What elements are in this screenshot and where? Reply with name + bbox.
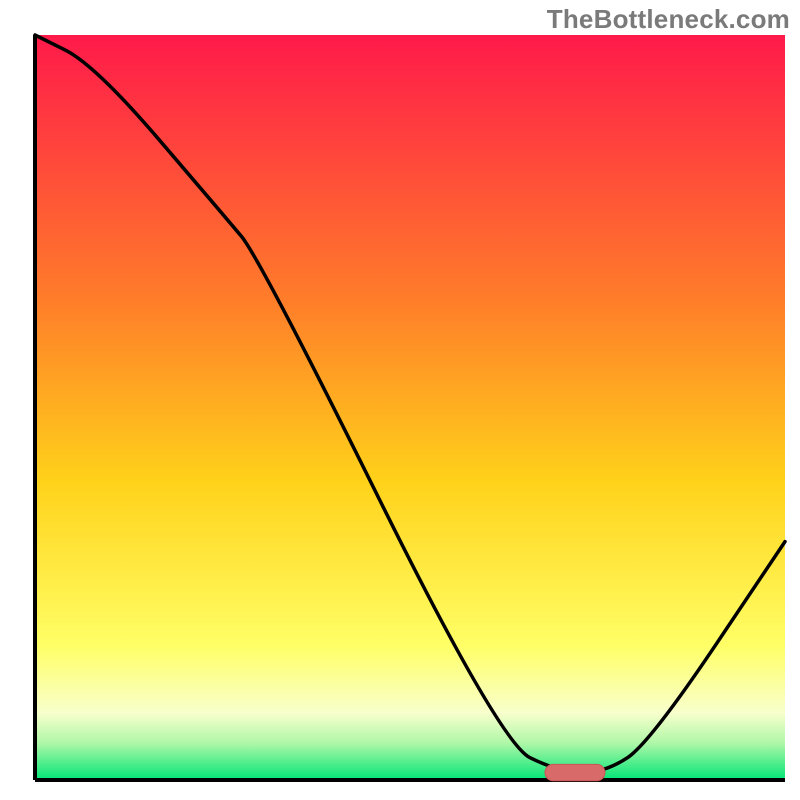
plot-background [35, 35, 785, 780]
bottleneck-chart: TheBottleneck.com [0, 0, 800, 800]
optimal-marker [545, 764, 605, 780]
chart-svg [0, 0, 800, 800]
watermark-label: TheBottleneck.com [547, 4, 790, 35]
